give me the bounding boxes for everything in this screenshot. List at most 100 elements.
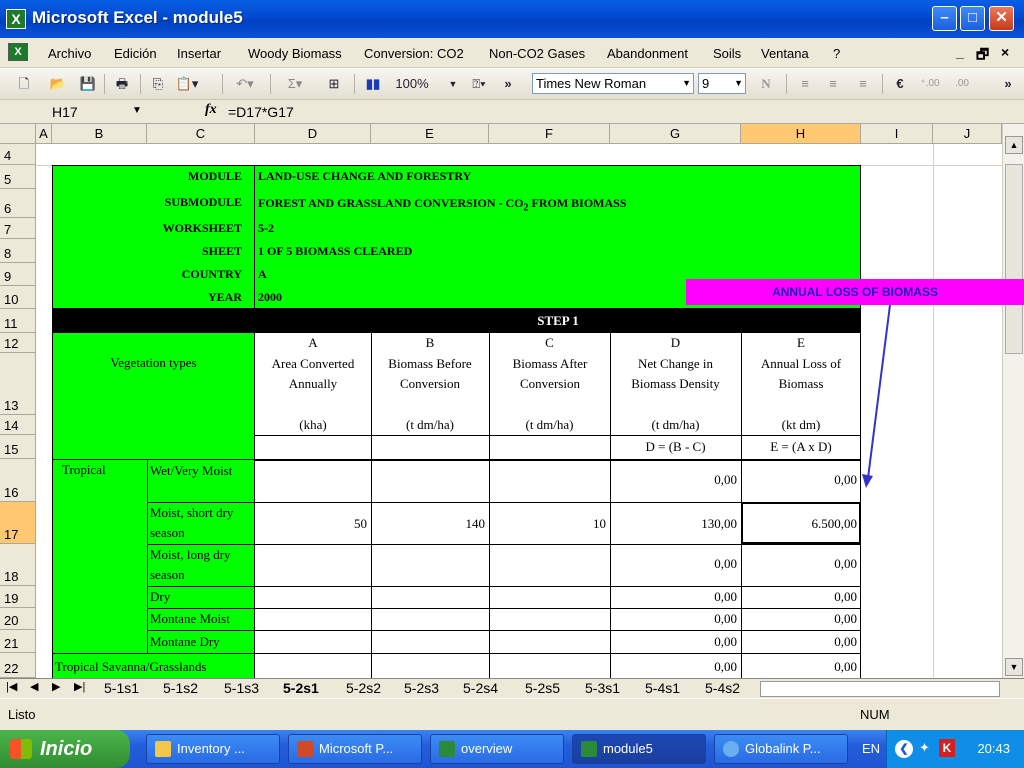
formula-input[interactable]: =D17*G17 bbox=[228, 102, 294, 122]
tray-expand-icon[interactable]: ❮ bbox=[895, 740, 913, 758]
menu-archivo[interactable]: Archivo bbox=[48, 46, 91, 61]
sheet-tab[interactable]: 5-2s5 bbox=[525, 680, 560, 696]
menu-insertar[interactable]: Insertar bbox=[177, 46, 221, 61]
sheet-tab[interactable]: 5-2s2 bbox=[346, 680, 381, 696]
font-name-select[interactable]: Times New Roman ▼ bbox=[532, 73, 694, 94]
row-header-6[interactable]: 6 bbox=[0, 189, 36, 218]
undo-icon[interactable]: ↶▾ bbox=[230, 74, 260, 94]
decrease-decimal-icon[interactable]: .00 bbox=[950, 74, 974, 94]
copy-icon[interactable]: ⎘ bbox=[148, 74, 168, 94]
value-e[interactable]: 0,00 bbox=[741, 589, 857, 605]
row-header-20[interactable]: 20 bbox=[0, 608, 36, 630]
menu-conversion-co2[interactable]: Conversion: CO2 bbox=[364, 46, 464, 61]
row-header-19[interactable]: 19 bbox=[0, 586, 36, 608]
taskbar-item[interactable]: overview bbox=[430, 734, 564, 764]
value-d[interactable]: 0,00 bbox=[610, 472, 737, 488]
taskbar-item-active[interactable]: module5 bbox=[572, 734, 706, 764]
sheet-tab-active[interactable]: 5-2s1 bbox=[283, 680, 319, 696]
value-e[interactable]: 0,00 bbox=[741, 611, 857, 627]
value-d[interactable]: 0,00 bbox=[610, 611, 737, 627]
first-sheet-icon[interactable]: |◀ bbox=[6, 680, 17, 693]
column-header-h[interactable]: H bbox=[741, 124, 861, 144]
row-header-16[interactable]: 16 bbox=[0, 459, 36, 502]
horizontal-scrollbar[interactable] bbox=[760, 681, 1000, 697]
select-all-corner[interactable] bbox=[0, 124, 36, 144]
column-header-b[interactable]: B bbox=[52, 124, 147, 144]
value-d[interactable]: 0,00 bbox=[610, 589, 737, 605]
value-d[interactable]: 0,00 bbox=[610, 556, 737, 572]
sheet-tab[interactable]: 5-2s4 bbox=[463, 680, 498, 696]
row-header-9[interactable]: 9 bbox=[0, 263, 36, 286]
function-wizard-icon[interactable]: fx bbox=[205, 102, 217, 118]
value-e[interactable]: 0,00 bbox=[741, 556, 857, 572]
value-e[interactable]: 0,00 bbox=[741, 659, 857, 675]
menu-soils[interactable]: Soils bbox=[713, 46, 741, 61]
row-header-13[interactable]: 13 bbox=[0, 353, 36, 415]
save-icon[interactable]: 💾 bbox=[78, 74, 98, 94]
row-header-15[interactable]: 15 bbox=[0, 435, 36, 459]
sheet-tab[interactable]: 5-1s3 bbox=[224, 680, 259, 696]
align-right-icon[interactable]: ≡ bbox=[852, 74, 874, 94]
start-button[interactable]: Inicio bbox=[0, 730, 130, 768]
print-icon[interactable]: 🖶 bbox=[112, 74, 132, 94]
antivirus-icon[interactable]: K bbox=[939, 739, 955, 757]
function-icon[interactable]: ⊞ bbox=[324, 74, 344, 94]
menu-abandonment[interactable]: Abandonment bbox=[607, 46, 688, 61]
sheet-tab[interactable]: 5-1s2 bbox=[163, 680, 198, 696]
value-c[interactable]: 10 bbox=[489, 516, 606, 532]
doc-restore-button[interactable]: 🗗 bbox=[976, 44, 989, 68]
value-d[interactable]: 0,00 bbox=[610, 659, 737, 675]
sheet-tab[interactable]: 5-2s3 bbox=[404, 680, 439, 696]
value-b[interactable]: 140 bbox=[371, 516, 486, 532]
column-header-d[interactable]: D bbox=[255, 124, 371, 144]
align-center-icon[interactable]: ≡ bbox=[822, 74, 844, 94]
chart-wizard-icon[interactable]: ▮▮ bbox=[360, 74, 386, 94]
sheet-tab[interactable]: 5-1s1 bbox=[104, 680, 139, 696]
row-header-12[interactable]: 12 bbox=[0, 333, 36, 353]
language-indicator[interactable]: EN bbox=[862, 741, 880, 756]
column-header-a[interactable]: A bbox=[36, 124, 52, 144]
bold-icon[interactable]: N bbox=[756, 74, 776, 94]
minimize-button[interactable]: – bbox=[932, 6, 957, 31]
scroll-thumb[interactable] bbox=[1005, 164, 1023, 354]
row-header-22[interactable]: 22 bbox=[0, 653, 36, 678]
taskbar-item[interactable]: Globalink P... bbox=[714, 734, 848, 764]
sheet-tab[interactable]: 5-3s1 bbox=[585, 680, 620, 696]
menu-ventana[interactable]: Ventana bbox=[761, 46, 809, 61]
help-icon[interactable]: ⍰▾ bbox=[468, 74, 490, 94]
row-header-8[interactable]: 8 bbox=[0, 239, 36, 263]
zoom-dropdown-arrow[interactable]: ▼ bbox=[446, 74, 460, 94]
doc-minimize-button[interactable]: _ bbox=[956, 44, 964, 60]
new-file-icon[interactable]: 🗋 bbox=[14, 74, 34, 94]
row-header-17[interactable]: 17 bbox=[0, 502, 36, 544]
increase-decimal-icon[interactable]: ⁺.00 bbox=[918, 74, 942, 94]
sheet-tab[interactable]: 5-4s1 bbox=[645, 680, 680, 696]
paste-icon[interactable]: 📋▾ bbox=[172, 74, 202, 94]
last-sheet-icon[interactable]: ▶| bbox=[74, 680, 85, 693]
close-button[interactable]: ✕ bbox=[989, 6, 1014, 31]
row-header-18[interactable]: 18 bbox=[0, 544, 36, 586]
toolbar-overflow-icon[interactable]: » bbox=[500, 74, 516, 94]
network-icon[interactable]: ✦ bbox=[919, 740, 930, 756]
menu-help[interactable]: ? bbox=[833, 46, 840, 61]
toolbar-overflow-icon[interactable]: » bbox=[1000, 74, 1016, 94]
value-d[interactable]: 0,00 bbox=[610, 634, 737, 650]
font-size-select[interactable]: 9 ▼ bbox=[698, 73, 746, 94]
scroll-up-arrow-icon[interactable]: ▲ bbox=[1005, 136, 1023, 154]
next-sheet-icon[interactable]: ▶ bbox=[52, 680, 60, 693]
row-header-21[interactable]: 21 bbox=[0, 630, 36, 653]
row-header-7[interactable]: 7 bbox=[0, 218, 36, 239]
row-header-11[interactable]: 11 bbox=[0, 309, 36, 333]
value-e[interactable]: 0,00 bbox=[741, 634, 857, 650]
column-header-f[interactable]: F bbox=[489, 124, 610, 144]
column-header-i[interactable]: I bbox=[861, 124, 933, 144]
worksheet-grid[interactable]: A B C D E F G H I J 4 5 6 7 8 9 10 11 12… bbox=[0, 124, 1024, 678]
excel-icon[interactable]: X bbox=[6, 9, 26, 29]
menu-non-co2-gases[interactable]: Non-CO2 Gases bbox=[489, 46, 585, 61]
sheet-tab[interactable]: 5-4s2 bbox=[705, 680, 740, 696]
value-d[interactable]: 130,00 bbox=[610, 516, 737, 532]
doc-close-button[interactable]: × bbox=[1001, 44, 1009, 60]
taskbar-item[interactable]: Inventory ... bbox=[146, 734, 280, 764]
value-a[interactable]: 50 bbox=[255, 516, 367, 532]
menu-edicion[interactable]: Edición bbox=[114, 46, 157, 61]
